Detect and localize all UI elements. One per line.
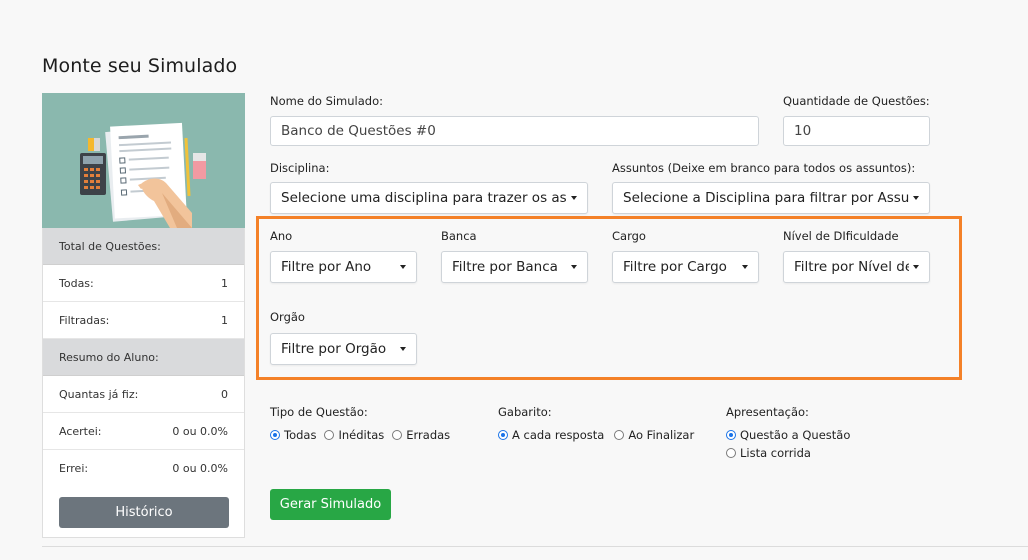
quantidade-input[interactable]: 10 <box>783 116 930 146</box>
orgao-select[interactable]: Filtre por Orgão <box>270 333 417 365</box>
student-summary-header: Resumo do Aluno: <box>43 339 244 376</box>
todas-label: Todas: <box>59 277 94 290</box>
tipo-radio-group: Todas Inéditas Erradas <box>270 428 450 442</box>
caret-down-icon <box>400 347 406 351</box>
nome-label: Nome do Simulado: <box>270 94 384 108</box>
assuntos-select-value: Selecione a Disciplina para filtrar por … <box>623 190 909 206</box>
tipo-todas-label: Todas <box>284 428 317 442</box>
cargo-label: Cargo <box>612 229 646 243</box>
quantas-label: Quantas já fiz: <box>59 388 139 401</box>
acertei-value: 0 ou 0.0% <box>172 425 228 438</box>
orgao-select-value: Filtre por Orgão <box>281 341 387 357</box>
cargo-select[interactable]: Filtre por Cargo <box>612 251 759 283</box>
gabarito-ao-finalizar-label: Ao Finalizar <box>628 428 695 442</box>
caret-down-icon <box>913 196 919 200</box>
nivel-label: Nível de DIficuldade <box>783 229 899 243</box>
gabarito-cada-resposta-radio[interactable] <box>498 430 508 440</box>
tipo-erradas-radio[interactable] <box>392 430 403 440</box>
apresentacao-lista-row: Lista corrida <box>726 446 811 460</box>
gabarito-radio-group: A cada resposta Ao Finalizar <box>498 428 694 442</box>
quantidade-input-value: 10 <box>794 123 812 139</box>
banca-label: Banca <box>441 229 477 243</box>
exam-illustration <box>42 93 245 228</box>
caret-down-icon <box>742 265 748 269</box>
disciplina-select[interactable]: Selecione uma disciplina para trazer os … <box>270 182 588 214</box>
disciplina-label: Disciplina: <box>270 161 330 175</box>
tipo-todas-radio[interactable] <box>270 430 280 440</box>
ano-select-value: Filtre por Ano <box>281 259 372 275</box>
summary-panel: Total de Questões: Todas: 1 Filtradas: 1… <box>42 228 245 538</box>
tipo-erradas-label: Erradas <box>406 428 451 442</box>
filtradas-label: Filtradas: <box>59 314 110 327</box>
errei-row: Errei: 0 ou 0.0% <box>43 450 244 487</box>
ano-select[interactable]: Filtre por Ano <box>270 251 417 283</box>
todas-value: 1 <box>221 277 228 290</box>
apresentacao-label: Apresentação: <box>726 405 809 419</box>
bottom-divider <box>42 546 1028 547</box>
apresentacao-lista-radio[interactable] <box>726 448 736 458</box>
apresentacao-lista-label: Lista corrida <box>740 446 811 460</box>
nivel-select[interactable]: Filtre por Nível de Dificuldade <box>783 251 930 283</box>
disciplina-select-value: Selecione uma disciplina para trazer os … <box>281 190 567 206</box>
assuntos-label: Assuntos (Deixe em branco para todos os … <box>612 161 916 175</box>
gabarito-cada-resposta-label: A cada resposta <box>512 428 605 442</box>
nome-input[interactable]: Banco de Questões #0 <box>270 116 759 146</box>
gerar-simulado-button[interactable]: Gerar Simulado <box>270 489 391 520</box>
quantidade-label: Quantidade de Questões: <box>783 94 930 108</box>
caret-down-icon <box>400 265 406 269</box>
caret-down-icon <box>571 196 577 200</box>
tipo-ineditas-label: Inéditas <box>338 428 385 442</box>
total-filtradas-row: Filtradas: 1 <box>43 302 244 339</box>
errei-label: Errei: <box>59 462 89 475</box>
quantas-value: 0 <box>221 388 228 401</box>
gabarito-label: Gabarito: <box>498 405 552 419</box>
acertei-label: Acertei: <box>59 425 102 438</box>
quantas-row: Quantas já fiz: 0 <box>43 376 244 413</box>
errei-value: 0 ou 0.0% <box>172 462 228 475</box>
total-todas-row: Todas: 1 <box>43 265 244 302</box>
gabarito-ao-finalizar-radio[interactable] <box>614 430 625 440</box>
page-title: Monte seu Simulado <box>42 55 238 77</box>
orgao-label: Orgão <box>270 310 305 324</box>
caret-down-icon <box>913 265 919 269</box>
apresentacao-questao-label: Questão a Questão <box>740 428 851 442</box>
apresentacao-questao-radio[interactable] <box>726 430 736 440</box>
total-questions-header: Total de Questões: <box>43 228 244 265</box>
historico-button[interactable]: Histórico <box>59 497 229 528</box>
ano-label: Ano <box>270 229 293 243</box>
nivel-select-value: Filtre por Nível de Dificuldade <box>794 259 909 275</box>
caret-down-icon <box>571 265 577 269</box>
cargo-select-value: Filtre por Cargo <box>623 259 727 275</box>
nome-input-value: Banco de Questões #0 <box>281 123 436 139</box>
apresentacao-questao-row: Questão a Questão <box>726 428 850 442</box>
tipo-ineditas-radio[interactable] <box>324 430 335 440</box>
filtradas-value: 1 <box>221 314 228 327</box>
banca-select[interactable]: Filtre por Banca <box>441 251 588 283</box>
acertei-row: Acertei: 0 ou 0.0% <box>43 413 244 450</box>
banca-select-value: Filtre por Banca <box>452 259 558 275</box>
assuntos-select[interactable]: Selecione a Disciplina para filtrar por … <box>612 182 930 214</box>
tipo-label: Tipo de Questão: <box>270 405 368 419</box>
